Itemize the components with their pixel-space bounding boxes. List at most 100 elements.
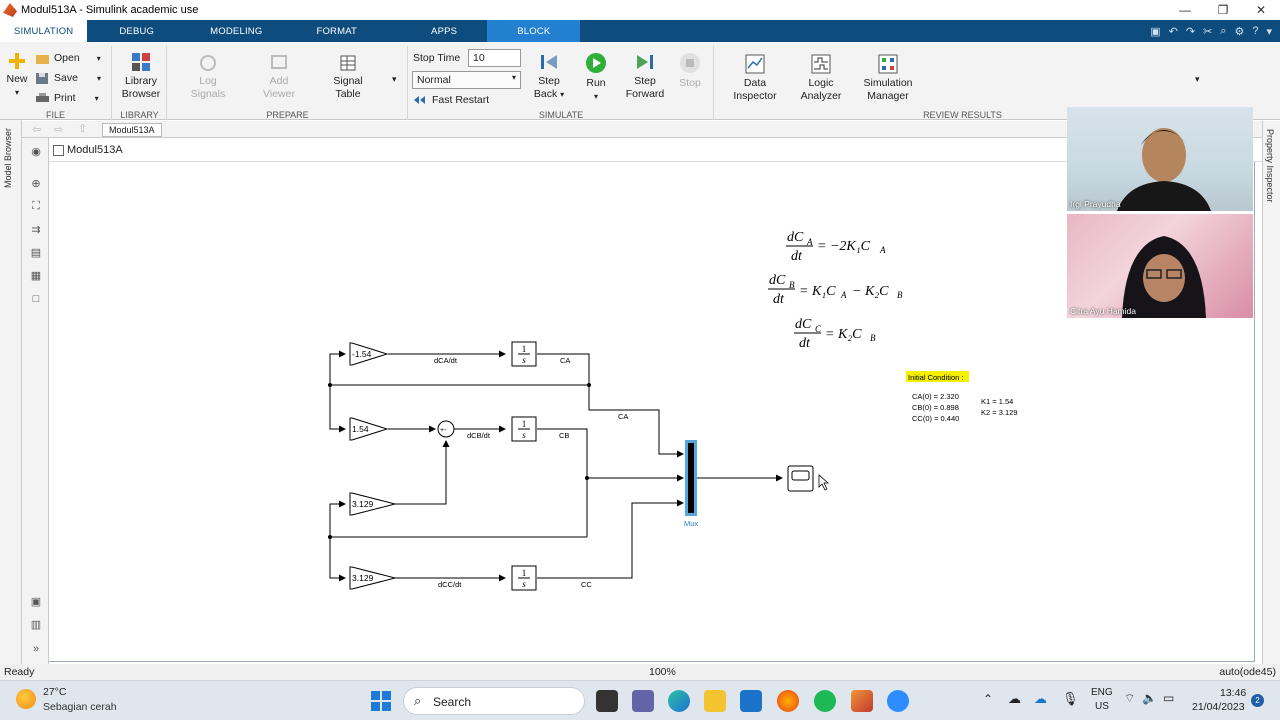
area-icon[interactable]: □ — [29, 293, 43, 305]
simulate-group-label: SIMULATE — [538, 110, 584, 120]
close-button[interactable]: ✕ — [1242, 0, 1280, 20]
minimize-button[interactable]: — — [1166, 0, 1204, 20]
tray-chevron-icon[interactable]: ⌃ — [983, 692, 993, 706]
sm-label-2: Manager — [867, 90, 909, 102]
clock-time[interactable]: 13:46 — [1220, 687, 1246, 699]
tab-apps[interactable]: APPS — [401, 20, 487, 42]
signal-table-button[interactable]: Signal Table — [328, 54, 368, 101]
data-inspector-button[interactable]: Data Inspector — [729, 54, 781, 103]
eq2-rhs-sub: A — [840, 290, 847, 300]
di-label-1: Data — [743, 77, 767, 89]
undo-icon[interactable]: ↶ — [1169, 25, 1178, 38]
ic-ca: CA(0) = 2.320 — [912, 392, 959, 401]
tab-format[interactable]: FORMAT — [286, 20, 401, 42]
edge-icon[interactable] — [668, 690, 690, 712]
zoom-icon[interactable]: ⊕ — [29, 178, 43, 190]
tab-simulation[interactable]: SIMULATION — [0, 20, 88, 42]
matlab-taskbar-icon[interactable] — [851, 690, 873, 712]
search-box[interactable]: ⌕ Search — [403, 687, 585, 715]
start-icon[interactable] — [371, 691, 391, 711]
model-tab[interactable]: Modul513A — [102, 123, 162, 137]
simulation-mode-select[interactable]: Normal ▾ — [412, 71, 521, 89]
hide-browser-icon[interactable]: ◉ — [29, 146, 43, 158]
library-label-2: Browser — [121, 88, 161, 100]
onedrive-icon[interactable]: ☁ — [1034, 691, 1047, 707]
task-view-icon[interactable] — [596, 690, 618, 712]
stop-time-input[interactable]: 10 — [468, 49, 521, 67]
open-button[interactable]: Open ▾ — [36, 52, 101, 64]
file-group-label: FILE — [45, 110, 65, 120]
weather-icon[interactable] — [16, 689, 36, 709]
model-icon — [53, 144, 64, 156]
mail-icon[interactable] — [740, 690, 762, 712]
volume-icon[interactable]: 🔈 — [1142, 691, 1157, 705]
add-viewer-button[interactable]: Add Viewer — [259, 54, 299, 101]
expand-icon[interactable]: » — [29, 643, 43, 655]
run-button[interactable]: Run ▾ — [581, 52, 611, 103]
search-icon[interactable]: ⌕ — [1220, 25, 1226, 38]
search-label: Search — [433, 695, 472, 709]
prepare-expand-icon[interactable]: ▾ — [392, 74, 397, 85]
tab-modeling[interactable]: MODELING — [186, 20, 286, 42]
fast-restart-toggle[interactable]: Fast Restart — [413, 94, 489, 106]
simulation-manager-button[interactable]: Simulation Manager — [859, 54, 917, 103]
print-button[interactable]: Print ▾ — [36, 92, 99, 104]
solver-text[interactable]: auto(ode45) — [1219, 666, 1276, 678]
step-forward-button[interactable]: Step Forward — [623, 52, 667, 101]
review-expand-icon[interactable]: ▾ — [1195, 74, 1200, 85]
log-signals-button[interactable]: Log Signals — [188, 54, 228, 101]
library-browser-button[interactable]: Library Browser — [121, 52, 161, 101]
image-icon[interactable]: ▦ — [29, 270, 43, 282]
language-1[interactable]: ENG — [1091, 687, 1113, 698]
logic-analyzer-button[interactable]: Logic Analyzer — [797, 54, 845, 103]
arrow-icon[interactable]: ⇉ — [29, 224, 43, 236]
model-browser-strip[interactable]: Model Browser — [0, 120, 22, 664]
maximize-button[interactable]: ❐ — [1204, 0, 1242, 20]
firefox-icon[interactable] — [777, 690, 799, 712]
signal-label: dCC/dt — [438, 580, 462, 589]
stop-button[interactable]: Stop — [675, 52, 705, 90]
help-icon[interactable]: ? — [1252, 25, 1258, 37]
property-inspector-strip[interactable]: Property Inspector — [1262, 121, 1280, 664]
status-bar: Ready 100% auto(ode45) — [0, 664, 1280, 680]
fit-view-icon[interactable]: ⛶ — [29, 200, 43, 212]
tab-debug[interactable]: DEBUG — [87, 20, 186, 42]
tab-block[interactable]: BLOCK — [487, 20, 581, 42]
stop-time-label: Stop Time — [413, 52, 461, 64]
signal-label: dCB/dt — [467, 431, 491, 440]
folder-icon — [36, 54, 49, 64]
step-back-button[interactable]: Step Back ▾ — [529, 52, 569, 101]
new-button[interactable]: New ▾ — [6, 52, 28, 99]
eq2-rhs: = K₁C — [799, 284, 836, 299]
settings-icon[interactable]: ⚙ — [1234, 25, 1244, 38]
network-status-icon[interactable]: ☁ — [1008, 691, 1021, 707]
log-label-2: Signals — [190, 88, 226, 100]
teams-icon[interactable] — [632, 690, 654, 712]
forward-icon[interactable]: ⇨ — [54, 123, 63, 136]
add-label-2: Viewer — [263, 88, 295, 100]
save-icon[interactable]: ▣ — [1150, 25, 1160, 38]
annotation-icon[interactable]: ▤ — [29, 247, 43, 259]
signal-line — [329, 537, 346, 582]
spotify-icon[interactable] — [814, 690, 836, 712]
battery-icon[interactable]: ▭ — [1163, 691, 1174, 705]
mux-block — [688, 443, 694, 513]
back-icon[interactable]: ⇦ — [32, 123, 41, 136]
redo-icon[interactable]: ↷ — [1186, 25, 1195, 38]
model-data-icon[interactable]: ▥ — [29, 619, 43, 631]
save-button[interactable]: Save ▾ — [36, 72, 101, 84]
file-explorer-icon[interactable] — [704, 690, 726, 712]
screenshot-icon[interactable]: ▣ — [29, 596, 43, 608]
language-2[interactable]: US — [1095, 701, 1109, 712]
microphone-icon[interactable]: 🎙 — [1062, 691, 1079, 707]
zoom-level[interactable]: 100% — [649, 666, 676, 678]
zoom-icon[interactable] — [887, 690, 909, 712]
breadcrumb[interactable]: Modul513A — [67, 144, 123, 156]
wifi-icon[interactable]: ⌔ — [1124, 691, 1135, 706]
minimize-ribbon-icon[interactable]: ▾ — [1266, 25, 1272, 38]
quick-access-toolbar: ▣ ↶ ↷ ✂ ⌕ ⚙ ? ▾ — [1150, 20, 1272, 42]
notification-badge[interactable]: 2 — [1251, 694, 1264, 707]
up-icon[interactable]: ⇧ — [78, 122, 87, 135]
cut-icon[interactable]: ✂ — [1203, 25, 1212, 38]
clock-date[interactable]: 21/04/2023 — [1192, 701, 1245, 713]
